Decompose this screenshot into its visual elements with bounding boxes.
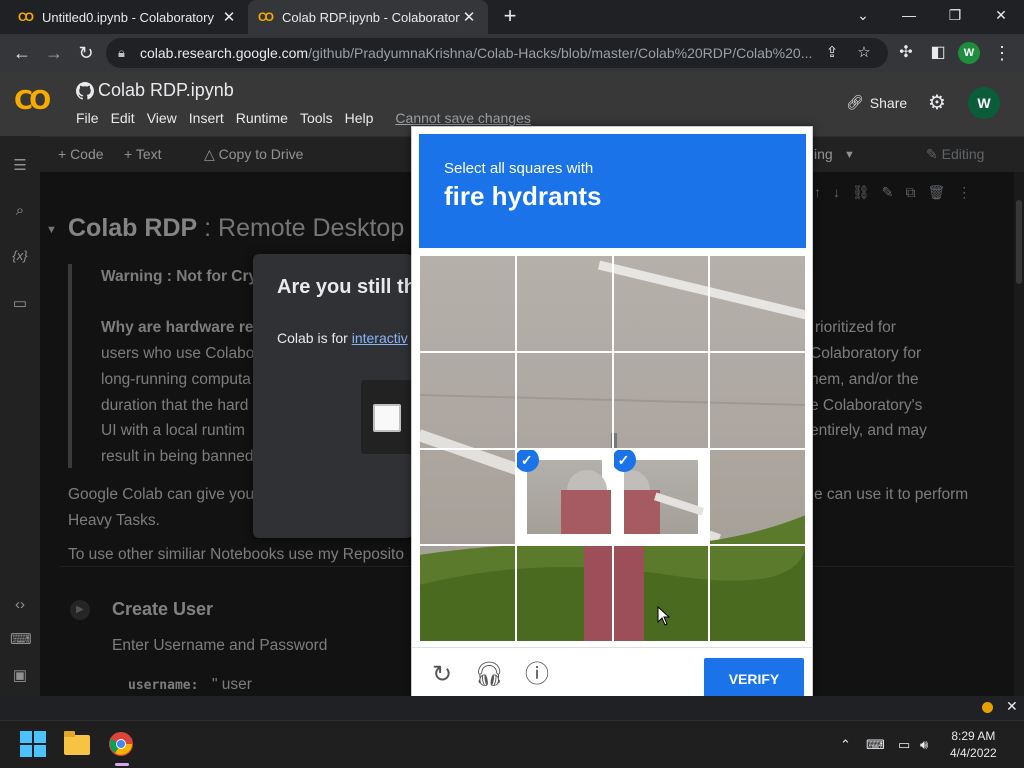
colab-logo[interactable]: CO <box>14 86 51 116</box>
tile-thumbnail <box>526 459 611 535</box>
dialog-body-text: Colab is for <box>277 330 352 346</box>
display-icon[interactable]: ▭ <box>898 737 910 753</box>
recaptcha-widget <box>361 380 413 454</box>
challenge-target: fire hydrants <box>444 181 602 211</box>
mouse-cursor-icon <box>657 606 671 626</box>
windows-start-icon[interactable] <box>20 731 48 759</box>
share-page-icon[interactable]: ⇪ <box>820 41 844 65</box>
grid-tile-10-selected[interactable]: ✓ <box>515 448 613 546</box>
grid-tile-4[interactable] <box>709 255 806 352</box>
close-status-icon[interactable]: ✕ <box>1006 698 1018 715</box>
tab-search-icon[interactable]: ⌄ <box>840 0 886 30</box>
challenge-grid: ✓ ✓ <box>419 255 806 642</box>
menu-bar: File Edit View Insert Runtime Tools Help… <box>70 110 537 126</box>
check-icon: ✓ <box>613 449 636 472</box>
still-there-dialog: Are you still the Colab is for interacti… <box>253 254 413 538</box>
forward-icon[interactable]: → <box>42 41 66 65</box>
close-tab-icon[interactable]: ✕ <box>460 8 478 26</box>
check-icon: ✓ <box>516 449 539 472</box>
github-icon <box>76 81 94 100</box>
address-bar[interactable]: 🔒︎ colab.research.google.com /github/Pra… <box>106 38 888 68</box>
menu-insert[interactable]: Insert <box>183 110 230 126</box>
menu-view[interactable]: View <box>141 110 183 126</box>
grid-tile-16[interactable] <box>709 545 806 642</box>
chrome-menu-icon[interactable]: ⋮ <box>990 41 1014 65</box>
grid-tile-13[interactable] <box>419 545 516 642</box>
minimize-icon[interactable]: — <box>886 0 932 30</box>
clock-date: 4/4/2022 <box>950 746 997 760</box>
new-tab-icon[interactable]: + <box>498 4 522 28</box>
colab-status-bar: ✕ <box>0 696 1024 720</box>
file-explorer-icon[interactable] <box>64 731 92 759</box>
notebook-title[interactable]: Colab RDP.ipynb <box>76 80 234 101</box>
recaptcha-challenge: Select all squares with fire hydrants ✓ … <box>411 126 813 707</box>
challenge-header: Select all squares with fire hydrants <box>419 134 806 248</box>
dialog-title: Are you still the <box>277 276 413 298</box>
browser-tab-untitled[interactable]: CO Untitled0.ipynb - Colaboratory ✕ <box>8 0 248 34</box>
account-avatar[interactable]: W <box>968 87 1000 119</box>
menu-file[interactable]: File <box>70 110 105 126</box>
url-path: /github/PradyumnaKrishna/Colab-Hacks/blo… <box>308 45 813 61</box>
menu-tools[interactable]: Tools <box>294 110 339 126</box>
url-host: colab.research.google.com <box>140 45 309 61</box>
close-tab-icon[interactable]: ✕ <box>220 8 238 26</box>
tile-thumbnail <box>623 459 704 535</box>
grid-tile-9[interactable] <box>419 448 516 546</box>
interactive-link[interactable]: interactiv <box>352 330 408 346</box>
taskbar-clock[interactable]: 8:29 AM 4/4/2022 <box>950 728 997 762</box>
grid-tile-14[interactable] <box>515 545 613 642</box>
show-hidden-icons-icon[interactable]: ⌃ <box>840 737 851 753</box>
cannot-save-link[interactable]: Cannot save changes <box>389 110 536 126</box>
grid-tile-1[interactable] <box>419 255 516 352</box>
browser-toolbar: ← → ↻ 🔒︎ colab.research.google.com /gith… <box>0 34 1024 72</box>
share-button[interactable]: 🔗︎ Share <box>846 94 907 111</box>
grid-tile-15[interactable] <box>612 545 710 642</box>
tab-title: Untitled0.ipynb - Colaboratory <box>42 9 214 25</box>
challenge-instruction: Select all squares with <box>444 160 594 177</box>
menu-edit[interactable]: Edit <box>105 110 141 126</box>
grid-tile-7[interactable] <box>612 351 710 449</box>
status-dot-icon <box>982 702 993 713</box>
grid-tile-5[interactable] <box>419 351 516 449</box>
colab-favicon-icon: CO <box>258 10 274 24</box>
dialog-body: Colab is for interactiv <box>277 330 408 346</box>
profile-avatar[interactable]: W <box>958 42 980 64</box>
grid-tile-12[interactable] <box>709 448 806 546</box>
link-icon: 🔗︎ <box>846 94 864 110</box>
browser-tab-colab-rdp[interactable]: CO Colab RDP.ipynb - Colaboratory ✕ <box>248 0 488 34</box>
recaptcha-checkbox[interactable] <box>373 404 401 432</box>
grid-tile-8[interactable] <box>709 351 806 449</box>
gear-icon[interactable]: ⚙ <box>928 90 946 115</box>
side-panel-icon[interactable]: ◧ <box>926 41 950 65</box>
notebook-title-text: Colab RDP.ipynb <box>98 80 234 100</box>
reload-challenge-icon[interactable]: ↻ <box>427 660 457 690</box>
back-icon[interactable]: ← <box>10 41 34 65</box>
grid-tile-6[interactable] <box>515 351 613 449</box>
windows-taskbar: ⌃ ⌨ ▭ 🔊︎ 8:29 AM 4/4/2022 <box>0 720 1024 768</box>
info-icon[interactable]: ⓘ <box>522 660 552 690</box>
chrome-taskbar-icon[interactable] <box>108 731 136 766</box>
menu-help[interactable]: Help <box>339 110 380 126</box>
grid-tile-3[interactable] <box>612 255 710 352</box>
restore-icon[interactable]: ❐ <box>932 0 978 30</box>
keyboard-icon[interactable]: ⌨ <box>866 737 885 753</box>
colab-favicon-icon: CO <box>18 10 34 24</box>
window-close-icon[interactable]: ✕ <box>978 0 1024 30</box>
extensions-icon[interactable]: ✣ <box>894 41 918 65</box>
volume-icon[interactable]: 🔊︎ <box>920 737 928 753</box>
menu-runtime[interactable]: Runtime <box>230 110 294 126</box>
grid-tile-11-selected[interactable]: ✓ <box>612 448 710 546</box>
tab-title: Colab RDP.ipynb - Colaboratory <box>282 9 460 25</box>
bookmark-star-icon[interactable]: ☆ <box>852 41 876 65</box>
clock-time: 8:29 AM <box>951 729 996 743</box>
share-label: Share <box>869 94 908 111</box>
grid-tile-2[interactable] <box>515 255 613 352</box>
reload-icon[interactable]: ↻ <box>74 41 98 65</box>
verify-button[interactable]: VERIFY <box>704 658 804 700</box>
browser-tab-strip: CO Untitled0.ipynb - Colaboratory ✕ CO C… <box>0 0 1024 34</box>
lock-icon: 🔒︎ <box>118 45 125 60</box>
audio-challenge-icon[interactable]: 🎧︎ <box>474 660 504 690</box>
